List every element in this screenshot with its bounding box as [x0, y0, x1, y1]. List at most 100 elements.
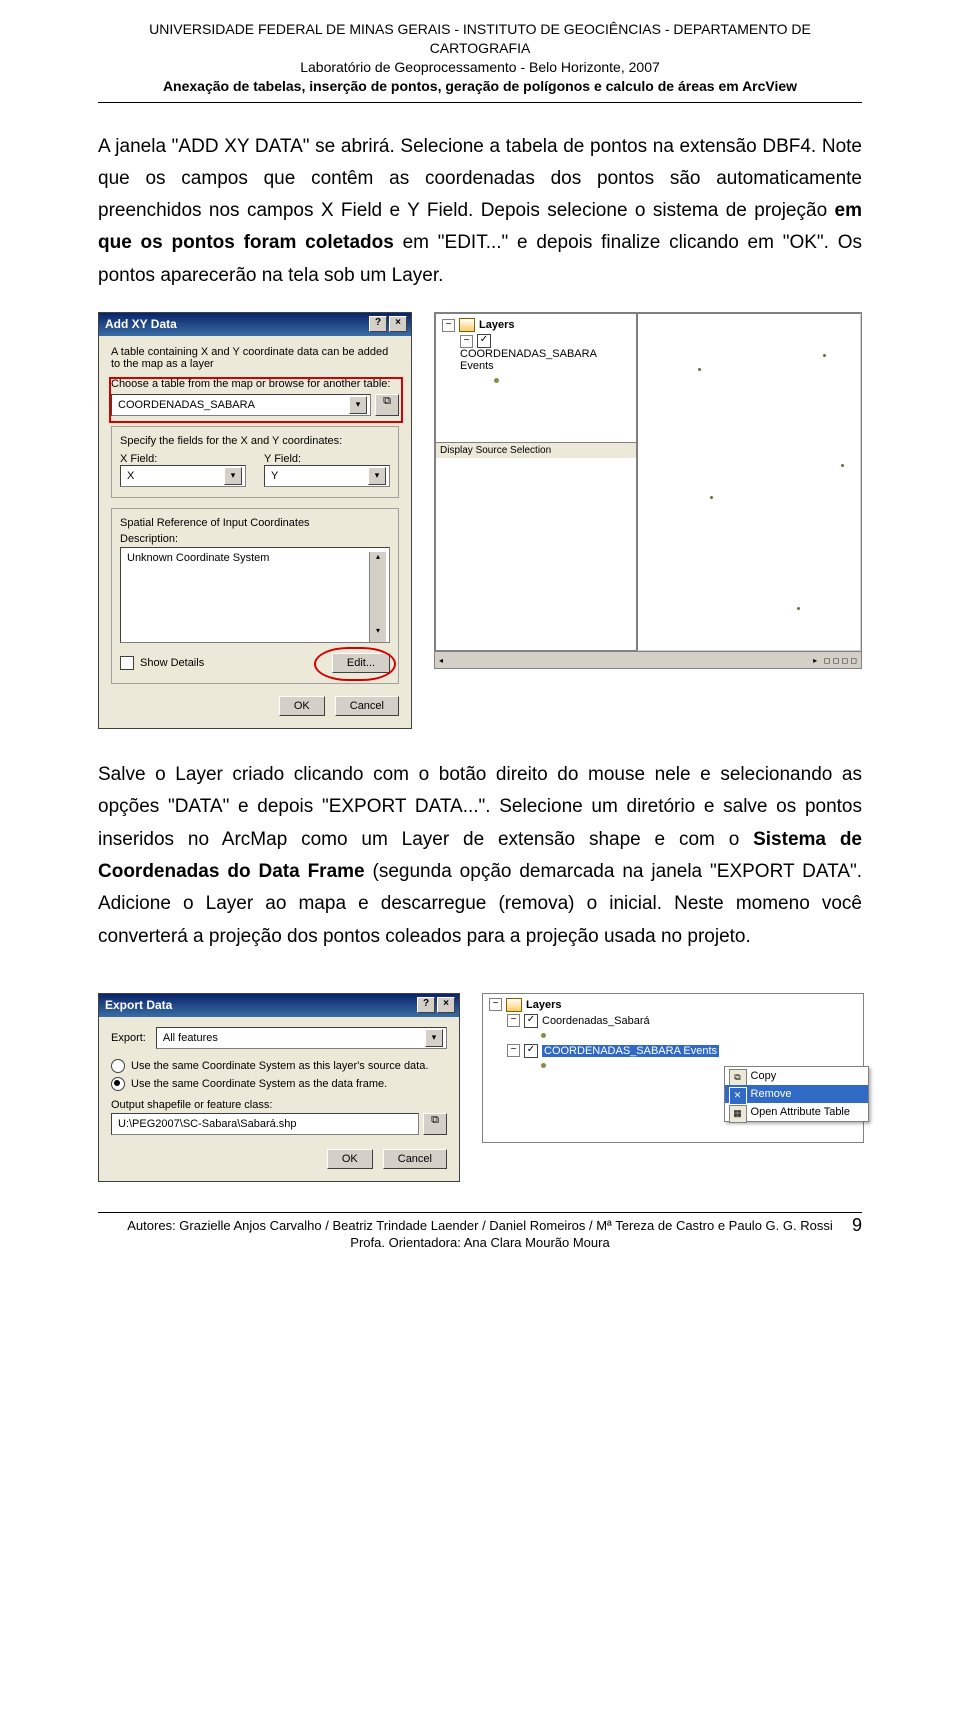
tree-collapse-icon[interactable]: −: [442, 319, 455, 332]
point-symbol-icon: [541, 1033, 546, 1038]
map-window: −Layers −✓COORDENADAS_SABARA Events Disp…: [434, 312, 862, 669]
desc-label: Description:: [120, 533, 390, 545]
folder-open-icon: ⧉: [383, 395, 391, 407]
radio-icon: [111, 1059, 125, 1073]
header-line2: Laboratório de Geoprocessamento - Belo H…: [98, 58, 862, 77]
xfield-label: X Field:: [120, 453, 246, 465]
copy-label: Copy: [751, 1070, 777, 1082]
help-button[interactable]: ?: [417, 997, 435, 1013]
dropdown-arrow-icon[interactable]: ▾: [349, 396, 367, 414]
show-details-label: Show Details: [140, 657, 204, 669]
map-h-scrollbar[interactable]: ◂▸ ◻ ◻ ◻ ◻: [435, 651, 861, 668]
choose-table-label: Choose a table from the map or browse fo…: [111, 378, 399, 390]
toc-tabs[interactable]: Display Source Selection: [436, 442, 636, 458]
show-details-check[interactable]: Show Details: [120, 656, 204, 670]
paragraph-1: A janela "ADD XY DATA" se abrirá. Seleci…: [98, 131, 862, 292]
paragraph-2: Salve o Layer criado clicando com o botã…: [98, 759, 862, 953]
output-label: Output shapefile or feature class:: [111, 1099, 447, 1111]
menu-item-remove[interactable]: ✕ Remove: [725, 1085, 868, 1103]
add-xy-desc: A table containing X and Y coordinate da…: [111, 346, 399, 370]
toc-layer-item-selected[interactable]: −✓ COORDENADAS_SABARA Events: [489, 1044, 857, 1058]
cancel-label: Cancel: [350, 700, 384, 712]
browse-output-button[interactable]: ⧉: [423, 1113, 447, 1135]
cancel-button[interactable]: Cancel: [383, 1149, 447, 1169]
export-data-dialog: Export Data ? × Export: All features ▾ U…: [98, 993, 460, 1182]
layers-icon: [459, 318, 475, 332]
toc-panel: −Layers −✓COORDENADAS_SABARA Events Disp…: [435, 313, 637, 651]
xfield-combo[interactable]: X ▾: [120, 465, 246, 487]
folder-open-icon: ⧉: [431, 1114, 439, 1126]
export-combo-value: All features: [163, 1032, 218, 1044]
p2-seg1: Salve o Layer criado clicando com o botã…: [98, 764, 862, 850]
layer-visibility-check[interactable]: ✓: [524, 1014, 538, 1028]
close-button[interactable]: ×: [437, 997, 455, 1013]
export-field-label: Export:: [111, 1032, 146, 1044]
tree-collapse-icon[interactable]: −: [507, 1044, 520, 1057]
layer-visibility-check[interactable]: ✓: [477, 334, 491, 348]
ok-label: OK: [342, 1153, 358, 1165]
yfield-value: Y: [271, 470, 278, 482]
browse-button[interactable]: ⧉: [375, 394, 399, 416]
point-symbol-icon: [494, 378, 499, 383]
remove-label: Remove: [751, 1088, 792, 1100]
ok-button[interactable]: OK: [279, 696, 325, 716]
sref-label: Spatial Reference of Input Coordinates: [120, 517, 390, 529]
table-icon: ▦: [729, 1105, 747, 1123]
cs-option1-label: Use the same Coordinate System as this l…: [131, 1060, 428, 1072]
dropdown-arrow-icon[interactable]: ▾: [368, 467, 386, 485]
toc-layer-item[interactable]: −✓ Coordenadas_Sabará: [489, 1014, 857, 1028]
footer-advisor: Profa. Orientadora: Ana Clara Mourão Mou…: [98, 1234, 862, 1252]
export-combo[interactable]: All features ▾: [156, 1027, 447, 1049]
tree-collapse-icon[interactable]: −: [489, 998, 502, 1011]
output-path-value: U:\PEG2007\SC-Sabara\Sabará.shp: [118, 1118, 297, 1130]
toc2-layer2-label: COORDENADAS_SABARA Events: [542, 1045, 719, 1057]
toc-layer-item[interactable]: −✓COORDENADAS_SABARA Events: [442, 334, 630, 372]
menu-item-copy[interactable]: ⧉ Copy: [725, 1067, 868, 1085]
add-xy-data-dialog: Add XY Data ? × A table containing X and…: [98, 312, 412, 729]
toc-layers-root[interactable]: −Layers: [442, 318, 630, 332]
ok-button[interactable]: OK: [327, 1149, 373, 1169]
cancel-button[interactable]: Cancel: [335, 696, 399, 716]
cs-option-1[interactable]: Use the same Coordinate System as this l…: [111, 1059, 447, 1073]
sref-value: Unknown Coordinate System: [127, 552, 269, 564]
toc-layer1-label: COORDENADAS_SABARA Events: [460, 348, 596, 372]
scrollbar[interactable]: ▴▾: [369, 552, 386, 642]
page-number: 9: [852, 1213, 862, 1237]
tree-collapse-icon[interactable]: −: [460, 335, 473, 348]
cs-option2-label: Use the same Coordinate System as the da…: [131, 1078, 387, 1090]
edit-button[interactable]: Edit...: [332, 653, 390, 673]
close-button[interactable]: ×: [389, 316, 407, 332]
help-button[interactable]: ?: [369, 316, 387, 332]
edit-button-label: Edit...: [347, 657, 375, 669]
open-table-label: Open Attribute Table: [751, 1106, 850, 1118]
footer-rule: [98, 1212, 862, 1213]
menu-item-open-table[interactable]: ▦ Open Attribute Table: [725, 1103, 868, 1121]
layer-visibility-check[interactable]: ✓: [524, 1044, 538, 1058]
footer-authors: Autores: Grazielle Anjos Carvalho / Beat…: [98, 1217, 862, 1235]
cancel-label: Cancel: [398, 1153, 432, 1165]
p1-seg1: A janela "ADD XY DATA" se abrirá. Seleci…: [98, 136, 862, 222]
table-combo[interactable]: COORDENADAS_SABARA ▾: [111, 394, 371, 416]
dropdown-arrow-icon[interactable]: ▾: [425, 1029, 443, 1047]
header-rule: [98, 102, 862, 103]
context-menu: ⧉ Copy ✕ Remove ▦ Open Attribute Table: [724, 1066, 869, 1122]
toc2-layers-label: Layers: [526, 999, 561, 1011]
xfield-value: X: [127, 470, 134, 482]
table-combo-value: COORDENADAS_SABARA: [118, 399, 255, 411]
export-title: Export Data: [105, 998, 172, 1012]
yfield-combo[interactable]: Y ▾: [264, 465, 390, 487]
header-line1: UNIVERSIDADE FEDERAL DE MINAS GERAIS - I…: [98, 20, 862, 58]
ok-label: OK: [294, 700, 310, 712]
tree-collapse-icon[interactable]: −: [507, 1014, 520, 1027]
specify-fields-label: Specify the fields for the X and Y coord…: [120, 435, 390, 447]
dropdown-arrow-icon[interactable]: ▾: [224, 467, 242, 485]
toc2-layer1-label: Coordenadas_Sabará: [542, 1015, 650, 1027]
toc-layers-root[interactable]: − Layers: [489, 998, 857, 1012]
add-xy-title: Add XY Data: [105, 317, 177, 331]
checkbox-icon: [120, 656, 134, 670]
output-path-input[interactable]: U:\PEG2007\SC-Sabara\Sabará.shp: [111, 1113, 419, 1135]
map-canvas[interactable]: [637, 313, 861, 651]
layers-icon: [506, 998, 522, 1012]
toc-panel-2: −Layers −✓Coordenadas_Sabará −✓COORDENAD…: [482, 993, 864, 1143]
cs-option-2[interactable]: Use the same Coordinate System as the da…: [111, 1077, 447, 1091]
